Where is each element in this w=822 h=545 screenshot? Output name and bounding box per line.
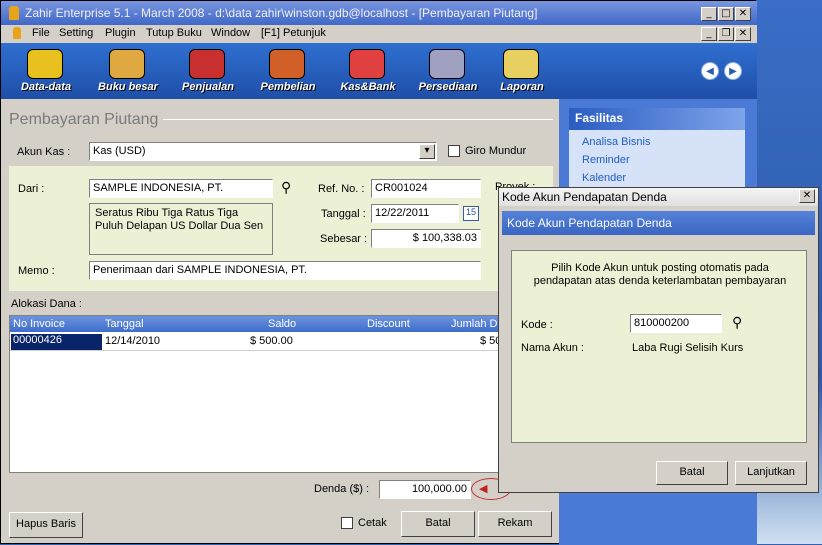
- cetak-label: Cetak: [358, 517, 387, 529]
- menu-setting[interactable]: Setting: [59, 27, 93, 39]
- toolbar-kas-bank[interactable]: Kas&Bank: [333, 47, 403, 97]
- toolbar-data-data[interactable]: Data-data: [11, 47, 81, 97]
- tanggal-input[interactable]: 12/22/2011: [371, 204, 459, 223]
- dialog-batal-button[interactable]: Batal: [656, 461, 728, 485]
- rekam-button[interactable]: Rekam: [478, 511, 552, 537]
- facilities-title: Fasilitas: [569, 108, 745, 130]
- tanggal-label: Tanggal :: [321, 208, 366, 220]
- form-title: Pembayaran Piutang: [9, 111, 159, 128]
- data-folder-icon: [27, 49, 63, 79]
- menu-file[interactable]: File: [32, 27, 50, 39]
- lookup-icon[interactable]: ⚲: [732, 314, 742, 331]
- dari-input[interactable]: SAMPLE INDONESIA, PT.: [89, 179, 273, 198]
- window-title: Zahir Enterprise 5.1 - March 2008 - d:\d…: [25, 6, 538, 20]
- denda-label: Denda ($) :: [314, 483, 370, 495]
- akun-kas-select[interactable]: Kas (USD): [89, 142, 437, 161]
- akun-kas-label: Akun Kas :: [17, 146, 71, 158]
- ref-label: Ref. No. :: [318, 183, 365, 195]
- menu-plugin[interactable]: Plugin: [105, 27, 136, 39]
- child-minimize-button[interactable]: _: [701, 27, 717, 41]
- dialog-panel: Pilih Kode Akun untuk posting otomatis p…: [511, 250, 807, 443]
- table-row[interactable]: 00000426 12/14/2010 $ 500.00 $ 50: [10, 333, 552, 351]
- app-icon: [9, 6, 19, 20]
- giro-mundur-checkbox[interactable]: [448, 145, 460, 157]
- menu-help[interactable]: [F1] Petunjuk: [261, 27, 326, 39]
- ref-input[interactable]: CR001024: [371, 179, 481, 198]
- kode-input[interactable]: 810000200: [630, 314, 722, 333]
- nama-akun-label: Nama Akun :: [521, 342, 584, 354]
- toolbar-label: Buku besar: [98, 81, 158, 93]
- toolbar-persediaan[interactable]: Persediaan: [413, 47, 483, 97]
- col-no-invoice[interactable]: No Invoice: [13, 318, 65, 330]
- close-button[interactable]: ✕: [735, 7, 751, 21]
- link-kalender[interactable]: Kalender: [582, 172, 626, 184]
- nav-next-button[interactable]: ▶: [724, 62, 742, 80]
- purchase-basket-icon: [269, 49, 305, 79]
- denda-input[interactable]: 100,000.00: [379, 480, 471, 499]
- child-restore-button[interactable]: ❐: [718, 27, 734, 41]
- toolbar-pembelian[interactable]: Pembelian: [253, 47, 323, 97]
- hapus-baris-button[interactable]: Hapus Baris: [9, 512, 83, 538]
- sebesar-label: Sebesar :: [320, 233, 368, 245]
- kode-label: Kode :: [521, 319, 553, 331]
- giro-mundur-label: Giro Mundur: [465, 145, 527, 157]
- sales-car-icon: [189, 49, 225, 79]
- dialog-header: Kode Akun Pendapatan Denda: [502, 211, 815, 235]
- calendar-icon[interactable]: 15: [463, 206, 479, 221]
- title-bar: Zahir Enterprise 5.1 - March 2008 - d:\d…: [1, 1, 757, 25]
- toolbar-label: Kas&Bank: [340, 81, 396, 93]
- title-divider: [163, 119, 553, 120]
- child-close-button[interactable]: ✕: [735, 27, 751, 41]
- terbilang-text: Seratus Ribu Tiga Ratus Tiga Puluh Delap…: [89, 203, 273, 255]
- memo-label: Memo :: [18, 265, 55, 277]
- maximize-button[interactable]: □: [718, 7, 734, 21]
- nama-akun-value: Laba Rugi Selisih Kurs: [632, 342, 744, 354]
- menu-tutup-buku[interactable]: Tutup Buku: [146, 27, 202, 39]
- toolbar-label: Persediaan: [418, 81, 478, 93]
- sebesar-input[interactable]: $ 100,338.03: [371, 229, 481, 248]
- link-reminder[interactable]: Reminder: [582, 154, 630, 166]
- dialog-description: Pilih Kode Akun untuk posting otomatis p…: [533, 262, 787, 287]
- dari-label: Dari :: [18, 183, 45, 195]
- alokasi-label: Alokasi Dana :: [11, 298, 82, 310]
- menu-window[interactable]: Window: [211, 27, 250, 39]
- minimize-button[interactable]: _: [701, 7, 717, 21]
- ledger-book-icon: [109, 49, 145, 79]
- toolbar-penjualan[interactable]: Penjualan: [173, 47, 243, 97]
- toolbar-label: Pembelian: [260, 81, 316, 93]
- cell-tanggal[interactable]: 12/14/2010: [105, 335, 160, 347]
- dialog-title: Kode Akun Pendapatan Denda: [502, 190, 667, 204]
- nav-prev-button[interactable]: ◀: [701, 62, 719, 80]
- toolbar-label: Laporan: [500, 81, 544, 93]
- memo-input[interactable]: Penerimaan dari SAMPLE INDONESIA, PT.: [89, 261, 481, 280]
- cell-saldo[interactable]: $ 500.00: [250, 335, 293, 347]
- cell-invoice[interactable]: 00000426: [11, 334, 102, 350]
- cetak-checkbox[interactable]: [341, 517, 353, 529]
- toolbar: Data-data Buku besar Penjualan Pembelian…: [1, 43, 757, 99]
- lanjutkan-button[interactable]: Lanjutkan: [735, 461, 807, 485]
- dialog-close-button[interactable]: ✕: [799, 189, 815, 203]
- dialog-header-text: Kode Akun Pendapatan Denda: [507, 216, 672, 230]
- toolbar-label: Penjualan: [182, 81, 234, 93]
- lookup-icon[interactable]: ⚲: [281, 179, 291, 196]
- allocation-grid: No Invoice Tanggal Saldo Discount Jumlah…: [9, 315, 553, 473]
- toolbar-buku-besar[interactable]: Buku besar: [93, 47, 163, 97]
- chevron-down-icon[interactable]: ▾: [419, 144, 435, 159]
- menu-bar: File Setting Plugin Tutup Buku Window [F…: [1, 25, 757, 43]
- grid-header: No Invoice Tanggal Saldo Discount Jumlah…: [10, 316, 552, 332]
- arrow-left-icon[interactable]: ◀: [479, 482, 487, 495]
- link-analisa-bisnis[interactable]: Analisa Bisnis: [582, 136, 650, 148]
- kode-akun-dialog: Kode Akun Pendapatan Denda ✕ Kode Akun P…: [498, 187, 819, 493]
- batal-button[interactable]: Batal: [401, 511, 475, 537]
- doc-icon: [13, 27, 21, 39]
- report-scroll-icon: [503, 49, 539, 79]
- col-discount[interactable]: Discount: [367, 318, 410, 330]
- cash-bank-icon: [349, 49, 385, 79]
- dialog-title-bar: Kode Akun Pendapatan Denda ✕: [499, 188, 818, 206]
- toolbar-laporan[interactable]: Laporan: [487, 47, 557, 97]
- col-tanggal[interactable]: Tanggal: [105, 318, 144, 330]
- inventory-icon: [429, 49, 465, 79]
- col-saldo[interactable]: Saldo: [268, 318, 296, 330]
- toolbar-label: Data-data: [20, 81, 72, 93]
